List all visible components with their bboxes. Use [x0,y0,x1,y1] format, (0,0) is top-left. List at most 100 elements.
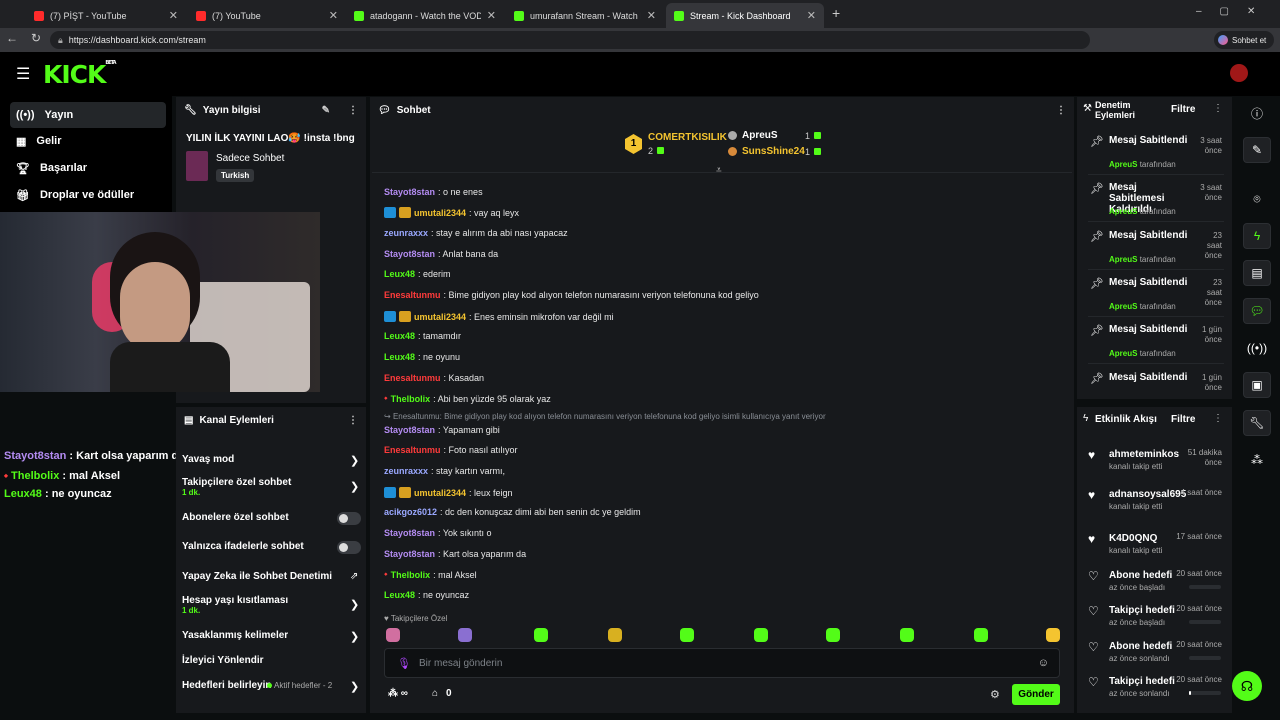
chat-username[interactable]: Stayot8stan [384,549,435,559]
external-link-icon[interactable]: ⇗ [350,571,358,582]
chat-username[interactable]: Enesaltunmu [384,445,441,455]
address-bar[interactable]: 🔒︎ https://dashboard.kick.com/stream [50,31,1090,49]
category-name[interactable]: Sadece Sohbet [216,153,284,164]
copilot-button[interactable]: Sohbet et [1214,31,1274,49]
close-icon[interactable]: ✕ [807,9,816,22]
kick-logo[interactable]: KICKBETA [43,60,117,89]
filter-button[interactable]: Filtre [1171,414,1195,425]
leaderboard-name[interactable]: COMERTKISILIK [648,132,727,143]
sidebar-item-gelir[interactable]: ▦ Gelir [10,128,166,154]
close-icon[interactable]: ✕ [169,9,178,22]
more-icon[interactable]: ⋮ [1213,413,1223,424]
close-icon[interactable]: ✕ [647,9,656,22]
menu-icon[interactable]: ☰ [16,64,30,84]
chat-username[interactable]: Thelbolix [391,570,431,580]
toggle-switch[interactable] [337,512,361,525]
emote-icon[interactable] [754,628,768,642]
points-icon[interactable]: ⁂ ∞ [388,688,408,699]
moderator-name[interactable]: ApreuS [1109,302,1137,311]
activity-name: Takipçi hedefi [1109,605,1175,616]
notes-icon[interactable]: ▤ [1243,260,1271,286]
browser-tab[interactable]: atadogann - Watch the VOD on Ki ✕ [346,3,504,28]
chat-username[interactable]: Leux48 [384,269,415,279]
chevron-right-icon[interactable]: ❯ [350,630,359,643]
overlay-user: Stayot8stan [4,450,67,462]
chat-username[interactable]: zeunraxxx [384,466,428,476]
window-controls[interactable]: –▢✕ [1196,6,1273,17]
moderation-icon[interactable]: ▣ [1243,372,1271,398]
browser-tab[interactable]: umurafann Stream - Watch Live on ✕ [506,3,664,28]
chevron-right-icon[interactable]: ❯ [350,480,359,493]
more-icon[interactable]: ⋮ [348,415,358,426]
chat-username[interactable]: Leux48 [384,590,415,600]
leaderboard-name[interactable]: SunsShine24 [742,146,805,157]
chat-username[interactable]: Stayot8stan [384,187,435,197]
emote-icon[interactable] [608,628,622,642]
chevron-right-icon[interactable]: ❯ [350,680,359,693]
collapse-icon[interactable]: ⩡ [716,165,722,176]
microphone-icon[interactable]: 🎙︎ [397,657,411,670]
filter-button[interactable]: Filtre [1171,104,1195,115]
chat-username[interactable]: zeunraxxx [384,228,428,238]
wrench-icon[interactable]: 🔧︎ [1243,410,1271,436]
emote-icon[interactable] [826,628,840,642]
chat-username[interactable]: Leux48 [384,352,415,362]
emote-icon[interactable] [900,628,914,642]
broadcast-icon[interactable]: ((•)) [1243,335,1271,361]
camera-icon[interactable]: ⌾ [1243,186,1271,212]
chat-username[interactable]: Leux48 [384,331,415,341]
moderator-name[interactable]: ApreuS [1109,160,1137,169]
avatar[interactable] [1230,64,1248,82]
bolt-icon[interactable]: ϟ [1243,223,1271,249]
more-icon[interactable]: ⋮ [348,105,358,116]
close-icon[interactable]: ✕ [329,9,338,22]
chevron-right-icon[interactable]: ❯ [350,598,359,611]
info-icon[interactable]: ⓘ [1243,100,1271,126]
chat-username[interactable]: umutali2344 [414,208,466,218]
chat-username[interactable]: Thelbolix [391,394,431,404]
activity-name: ahmeteminkos [1109,449,1180,460]
chevron-right-icon[interactable]: ❯ [350,454,359,467]
chat-username[interactable]: umutali2344 [414,312,466,322]
new-tab-button[interactable]: + [832,5,840,21]
chat-username[interactable]: Stayot8stan [384,528,435,538]
emote-icon[interactable] [458,628,472,642]
moderator-name[interactable]: ApreuS [1109,349,1137,358]
chat-icon[interactable]: 💬︎ [1243,298,1271,324]
browser-tab[interactable]: (7) PİŞT - YouTube ✕ [26,3,186,28]
moderator-name[interactable]: ApreuS [1109,255,1137,264]
emote-icon[interactable] [1046,628,1060,642]
chat-username[interactable]: acikgoz6012 [384,507,437,517]
help-button[interactable]: ☊ [1232,671,1262,701]
emote-icon[interactable] [534,628,548,642]
emote-icon[interactable] [974,628,988,642]
chat-username[interactable]: Enesaltunmu [384,290,441,300]
chat-username[interactable]: Stayot8stan [384,249,435,259]
emote-icon[interactable] [386,628,400,642]
store-button[interactable]: ⌂ 0 [432,688,452,699]
more-icon[interactable]: ⋮ [1056,105,1066,116]
more-icon[interactable]: ⋮ [1213,103,1223,114]
emoji-icon[interactable]: ☺ [1038,657,1049,669]
moderator-name[interactable]: ApreuS [1109,207,1137,216]
sidebar-item-droplar[interactable]: 🎁︎ Droplar ve ödüller [10,182,166,208]
sidebar-item-basarilar[interactable]: 🏆︎ Başarılar [10,155,166,181]
chat-input[interactable]: 🎙︎ Bir mesaj gönderin ☺ [384,648,1060,678]
points-icon[interactable]: ⁂ [1243,447,1271,473]
edit-icon[interactable]: ✎ [1243,137,1271,163]
leaderboard-name[interactable]: ApreuS [742,130,778,141]
send-button[interactable]: Gönder [1012,684,1060,705]
chat-username[interactable]: Enesaltunmu [384,373,441,383]
reload-icon[interactable]: ↻ [28,31,44,45]
settings-icon[interactable]: ⚙ [990,688,1000,701]
browser-tab-active[interactable]: Stream - Kick Dashboard ✕ [666,3,824,28]
chat-username[interactable]: Stayot8stan [384,425,435,435]
back-icon[interactable]: ← [4,31,20,45]
chat-username[interactable]: umutali2344 [414,488,466,498]
emote-icon[interactable] [680,628,694,642]
close-icon[interactable]: ✕ [487,9,496,22]
toggle-switch[interactable] [337,541,361,554]
edit-icon[interactable]: ✎ [322,105,330,116]
browser-tab[interactable]: (7) YouTube ✕ [188,3,346,28]
sidebar-item-yayin[interactable]: ((•)) Yayın [10,102,166,128]
